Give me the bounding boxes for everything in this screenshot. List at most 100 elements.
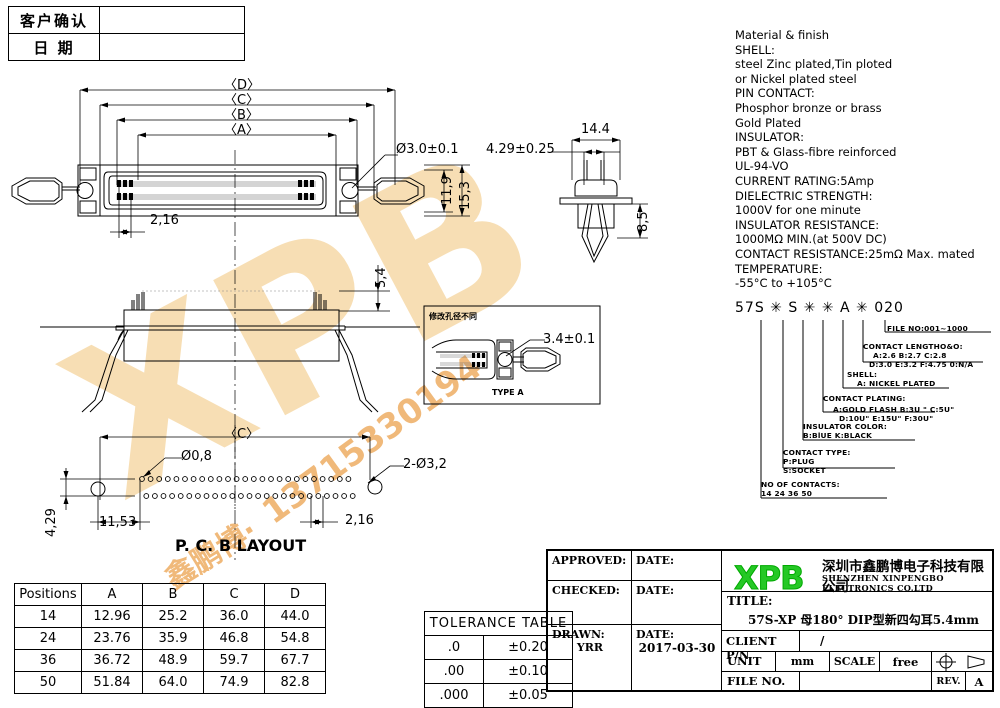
spec-line-11: DIELECTRIC STRENGTH: [735, 188, 873, 203]
decoder-line-1-1: D:3.0 E:3.2 F:4.75 0:N/A [869, 360, 974, 369]
pcb-hole [255, 493, 261, 499]
positions-cell-0-1: 12.96 [81, 605, 143, 628]
pcb-hole [203, 493, 210, 499]
checked-label: CHECKED: [548, 581, 632, 625]
table-row: 客户确认 [8, 6, 245, 34]
pcb-mount-hole-callout: 2-Ø3,2 [403, 457, 447, 472]
file-no-label: FILE NO. [722, 672, 800, 692]
decoder-title-1: CONTACT LENGTHO&O: [863, 342, 963, 351]
positions-cell-3-4: 82.8 [264, 671, 326, 694]
pcb-hole [152, 493, 158, 499]
pcb-dim-2-16: 2,16 [345, 513, 374, 528]
pcb-hole [250, 476, 257, 482]
spec-line-17: -55°C to +105°C [735, 276, 832, 291]
client-pn-value[interactable]: / [800, 631, 992, 652]
positions-cell-2-1: 36.72 [81, 649, 143, 672]
scale-value: free [880, 652, 932, 672]
drawn-label: DRAWN: [548, 625, 632, 692]
spec-line-15: CONTACT RESISTANCE:25mΩ Max. mated [735, 246, 975, 261]
col-header-0: Positions [14, 583, 82, 606]
tolerance-cell-0-0: .0 [424, 635, 484, 660]
decoder-title-2: SHELL: [847, 370, 878, 379]
pcb-hole [147, 476, 154, 482]
pcb-hole [246, 493, 253, 499]
positions-cell-3-1: 51.84 [81, 671, 143, 694]
pcb-hole [182, 476, 188, 482]
pcb-layout-title: P. C. B LAYOUT [175, 536, 307, 555]
dim-15-3: 15,3 [458, 181, 473, 210]
spec-line-1: SHELL: [735, 42, 775, 57]
spec-line-14: 1000MΩ MIN.(at 500V DC) [735, 232, 887, 247]
col-header-3: C [203, 583, 265, 606]
pcb-hole [173, 476, 180, 482]
decoder-line-2-0: A: NICKEL PLATED [857, 379, 936, 388]
part-number-decoder: 57S ✳ S ✳ ✳ A ✳ 020 FILE NO:001~1000 CON… [735, 300, 997, 525]
pcb-hole [324, 493, 330, 499]
positions-cell-3-0: 50 [14, 671, 82, 694]
pcb-hole [281, 493, 287, 499]
pcb-hole [259, 476, 266, 482]
positions-cell-1-4: 54.8 [264, 627, 326, 650]
table-row: 50 51.84 64.0 74.9 82.8 [14, 671, 326, 694]
positions-cell-0-3: 36.0 [203, 605, 265, 628]
pcb-hole [225, 476, 231, 482]
table-row: 14 12.96 25.2 36.0 44.0 [14, 605, 326, 628]
spec-line-8: PBT & Glass-fibre reinforced [735, 144, 897, 159]
spec-line-9: UL-94-VO [735, 159, 789, 174]
pcb-hole [216, 476, 223, 482]
positions-cell-0-2: 25.2 [142, 605, 204, 628]
dim-pitch-2-16-top: 2,16 [150, 213, 179, 228]
projection-symbol-cell [932, 652, 992, 672]
decoder-title-5: CONTACT TYPE: [783, 448, 851, 457]
decoder-title-4: INSULATOR COLOR: [803, 422, 887, 431]
pcb-hole [164, 476, 171, 482]
unit-label: UNIT [722, 652, 776, 672]
decoder-title-6: NO OF CONTACTS: [761, 480, 840, 489]
confirm-value-1[interactable] [99, 33, 245, 61]
drawn-value: YRR [576, 641, 604, 654]
pcb-hole [285, 476, 292, 482]
pcb-hole [268, 476, 274, 482]
dim-14-4: 14.4 [581, 122, 610, 137]
pcb-hole [195, 493, 201, 499]
table-header-row: Positions A B C D [14, 583, 326, 606]
pcb-hole [156, 476, 163, 482]
scale-label: SCALE [830, 652, 880, 672]
pcb-hole [160, 493, 167, 499]
pcb-hole [238, 493, 244, 499]
pcb-hole-diameter: Ø0,8 [181, 449, 212, 464]
positions-cell-1-2: 35.9 [142, 627, 204, 650]
tolerance-cell-1-0: .00 [424, 659, 484, 684]
pcb-dim-4-29: 4,29 [44, 508, 59, 537]
positions-cell-2-0: 36 [14, 649, 82, 672]
approved-date-label: DATE: [632, 551, 722, 581]
pcb-hole [336, 476, 343, 482]
pcb-hole [298, 493, 304, 499]
approved-label: APPROVED: [548, 551, 632, 581]
confirm-label-0: 客户确认 [8, 6, 100, 34]
unit-value: mm [776, 652, 830, 672]
customer-confirmation-table: 客户确认 日 期 [8, 6, 245, 61]
dim-5-4: 5,4 [374, 267, 389, 288]
col-header-2: B [142, 583, 204, 606]
confirm-value-0[interactable] [99, 6, 245, 34]
table-row: 日 期 [8, 33, 245, 61]
col-header-1: A [81, 583, 143, 606]
spec-line-10: CURRENT RATING:5Amp [735, 173, 874, 188]
positions-cell-1-0: 24 [14, 627, 82, 650]
spec-line-0: Material & finish [735, 28, 830, 42]
pcb-hole [272, 493, 279, 499]
title-label: TITLE: [727, 594, 773, 608]
drawn-date-value: 2017-03-30 [638, 641, 716, 655]
dim-detail-3-4: 3.4±0.1 [543, 332, 596, 347]
pcb-hole [212, 493, 218, 499]
file-no-value[interactable] [800, 672, 932, 692]
positions-cell-2-3: 59.7 [203, 649, 265, 672]
spec-line-4: PIN CONTACT: [735, 86, 815, 101]
pcb-hole [345, 476, 352, 482]
pcb-hole [199, 476, 206, 482]
dim-4-29-025: 4.29±0.25 [486, 142, 555, 157]
decoder-title-3: CONTACT PLATING: [823, 394, 906, 403]
positions-cell-3-3: 74.9 [203, 671, 265, 694]
decoder-line-5-1: S:SOCKET [783, 466, 826, 475]
